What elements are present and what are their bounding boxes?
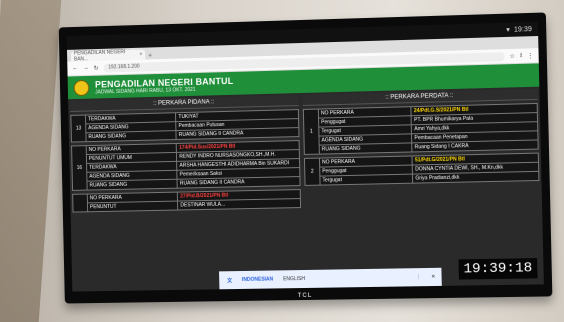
back-icon[interactable]: ← bbox=[72, 65, 78, 71]
row-value: RUANG SIDANG II CANDRA bbox=[177, 177, 300, 189]
tv-frame: ▾ 19:39 PENGADILAN NEGERI BAN... × + ← →… bbox=[59, 12, 553, 303]
row-label: RUANG SIDANG bbox=[87, 179, 178, 190]
row-value: Ruang Sidang I CAKRA bbox=[412, 140, 538, 152]
perdata-block-1: 1 NO PERKARA 24/Pdt.G.S/2021/PN Btl Penggu… bbox=[303, 103, 539, 155]
status-time: 19:39 bbox=[514, 26, 532, 34]
block-number bbox=[73, 194, 88, 212]
pidana-column: :: PERKARA PIDANA :: 13 TERDAKWA TUKIYAT A… bbox=[70, 95, 303, 289]
pidana-block-1: 13 TERDAKWA TUKIYAT AGENDA SIDANG Pembacaan… bbox=[70, 109, 299, 142]
bookmark-icon[interactable]: ☆ bbox=[509, 52, 515, 59]
row-value: RUANG SIDANG II CANDRA bbox=[176, 128, 299, 140]
block-number: 1 bbox=[303, 109, 319, 154]
reload-icon[interactable]: ↻ bbox=[94, 64, 99, 71]
forward-icon[interactable]: → bbox=[83, 65, 89, 71]
row-label: RUANG SIDANG bbox=[319, 143, 412, 154]
block-number: 16 bbox=[72, 146, 88, 191]
menu-icon[interactable]: ⋮ bbox=[527, 52, 533, 59]
pidana-block-3: NO PERKARA 27/Pid.B/2021/PN Btl PENUNTUT D… bbox=[72, 189, 301, 213]
translate-icon: 文 bbox=[227, 277, 232, 284]
download-icon[interactable]: ⭳ bbox=[520, 51, 522, 61]
wifi-icon: ▾ bbox=[506, 26, 510, 34]
row-label: Tergugat bbox=[320, 174, 413, 185]
clock-display: 19:39:18 bbox=[458, 258, 537, 280]
block-number: 13 bbox=[71, 115, 86, 142]
row-value: DESTINAR WULA... bbox=[178, 199, 301, 210]
row-label: PENUNTUT bbox=[87, 201, 178, 212]
tab-label: PENGADILAN NEGERI BAN... bbox=[74, 49, 140, 63]
translate-bar: 文 INDONESIAN ENGLISH ⋮ ✕ bbox=[219, 268, 442, 290]
tv-brand-logo: TCL bbox=[298, 293, 313, 299]
perdata-block-2: 2 NO PERKARA 51/Pdt.G/2021/PN Btl Pengguga… bbox=[304, 153, 539, 186]
tv-screen: ▾ 19:39 PENGADILAN NEGERI BAN... × + ← →… bbox=[67, 22, 544, 292]
pidana-block-2: 16 NO PERKARA 174/Pid.Sus/2021/PN Btl PENU… bbox=[71, 140, 301, 191]
row-value: Griya Pradianzi,dkk bbox=[413, 171, 539, 183]
new-tab-icon[interactable]: + bbox=[148, 52, 152, 59]
row-label: RUANG SIDANG bbox=[86, 131, 177, 142]
language-option-indonesian[interactable]: INDONESIAN bbox=[242, 276, 273, 282]
perdata-column: :: PERKARA PERDATA :: 1 NO PERKARA 24/Pdt.… bbox=[303, 89, 542, 286]
close-icon[interactable]: × bbox=[139, 52, 142, 58]
close-icon[interactable]: ✕ bbox=[431, 274, 435, 280]
language-option-english[interactable]: ENGLISH bbox=[283, 276, 305, 282]
court-logo bbox=[74, 80, 90, 96]
url-text: 192.168.1.200 bbox=[108, 64, 139, 71]
browser-tab[interactable]: PENGADILAN NEGERI BAN... × bbox=[71, 50, 145, 62]
more-options-icon[interactable]: ⋮ bbox=[416, 274, 421, 280]
block-number: 2 bbox=[304, 158, 320, 185]
